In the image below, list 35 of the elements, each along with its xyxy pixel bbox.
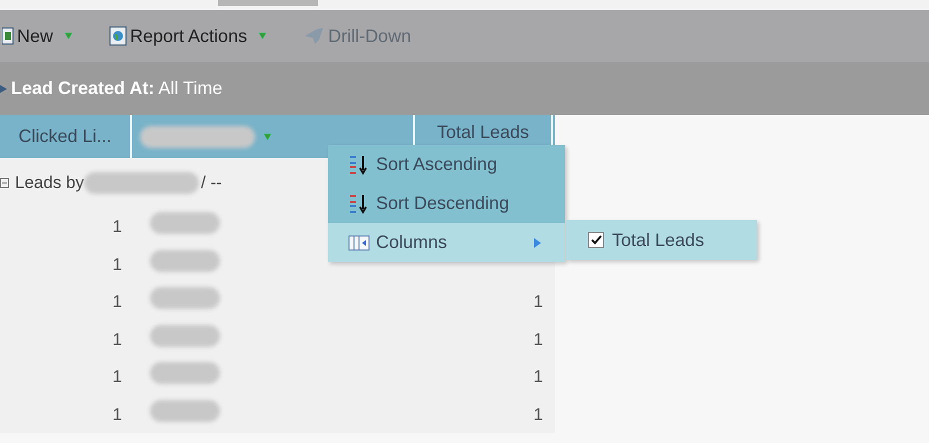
globe-document-icon — [109, 26, 128, 46]
column-header[interactable]: Clicked Li... — [0, 115, 132, 158]
table-cell-text: 1 — [534, 404, 543, 426]
arrow-icon — [0, 84, 8, 94]
document-icon — [2, 27, 14, 45]
checkbox[interactable] — [588, 232, 604, 248]
table-cell-text: 1 — [112, 328, 122, 350]
table-cell-text: 1 — [112, 291, 122, 313]
menu-item[interactable]: Total Leads — [566, 220, 757, 260]
submenu-arrow-icon — [534, 238, 541, 248]
redacted-text — [150, 250, 220, 272]
table-cell-text: 1 — [534, 291, 543, 313]
table-cell-text: 1 — [534, 328, 543, 350]
group-label: / -- — [201, 172, 222, 194]
columns-icon — [348, 234, 370, 250]
toolbar-button[interactable]: Report Actions — [109, 22, 268, 50]
redacted-text — [150, 362, 220, 384]
table-cell-text: 1 — [112, 404, 122, 426]
toolbar-button[interactable]: New — [2, 22, 74, 50]
table-cell-text: 1 — [112, 366, 122, 388]
caret-icon — [64, 32, 74, 40]
table-cell-text: 1 — [112, 216, 122, 238]
menu-item[interactable]: Columns — [328, 223, 565, 262]
redacted-text — [150, 287, 220, 309]
filter-text: Lead Created At: All Time — [11, 77, 222, 100]
caret-icon — [263, 132, 272, 140]
group-label: Leads by — [15, 172, 84, 194]
table-cell-text: 1 — [112, 254, 122, 276]
redacted-text — [150, 400, 220, 422]
menu-item[interactable]: Sort Descending — [328, 184, 565, 223]
redacted-text — [150, 324, 220, 346]
redacted-text — [150, 212, 220, 234]
caret-icon — [258, 32, 268, 40]
check-icon — [590, 235, 602, 245]
table-cell-text: 1 — [534, 366, 543, 388]
